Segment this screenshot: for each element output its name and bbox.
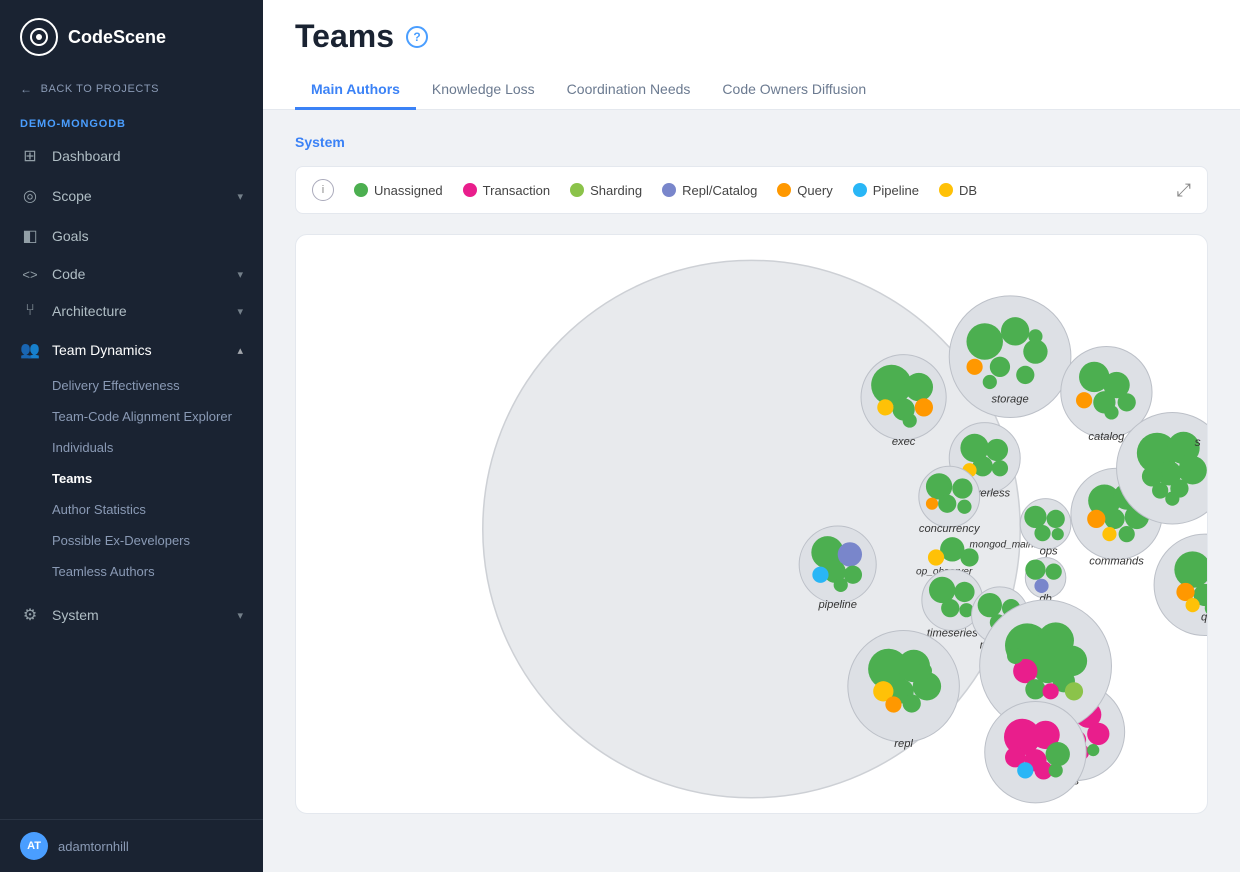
sidebar-item-teamless-authors[interactable]: Teamless Authors: [0, 556, 263, 587]
tab-main-authors[interactable]: Main Authors: [295, 71, 416, 110]
unassigned-dot: [354, 183, 368, 197]
logo-icon: [20, 18, 58, 56]
legend-label: Query: [797, 183, 832, 198]
svg-text:ops: ops: [1040, 545, 1058, 557]
back-label: BACK TO PROJECTS: [41, 83, 159, 95]
content-area: System i Unassigned Transaction Sharding…: [263, 110, 1240, 872]
svg-text:commands: commands: [1089, 556, 1144, 568]
transaction-dot: [463, 183, 477, 197]
legend-label: Transaction: [483, 183, 550, 198]
sidebar-item-label: System: [52, 607, 99, 623]
avatar: AT: [20, 832, 48, 860]
tab-knowledge-loss[interactable]: Knowledge Loss: [416, 71, 551, 110]
dashboard-icon: ⊞: [20, 146, 40, 166]
bubble-chart: storage catalog: [295, 234, 1208, 814]
chevron-down-icon: ▾: [237, 609, 243, 622]
tab-bar: Main Authors Knowledge Loss Coordination…: [295, 71, 1208, 109]
sidebar-item-delivery-effectiveness[interactable]: Delivery Effectiveness: [0, 370, 263, 401]
sharding-dot: [570, 183, 584, 197]
db-dot: [939, 183, 953, 197]
legend-transaction: Transaction: [463, 183, 550, 198]
main-content: Teams ? Main Authors Knowledge Loss Coor…: [263, 0, 1240, 872]
svg-text:query: query: [1201, 611, 1207, 623]
legend-query: Query: [777, 183, 832, 198]
expand-icon[interactable]: ⤢: [1177, 180, 1191, 201]
db-cluster: db: [1025, 557, 1066, 605]
info-icon[interactable]: i: [312, 179, 334, 201]
sidebar-item-architecture[interactable]: ⑂ Architecture ▾: [0, 292, 263, 330]
legend-sharding: Sharding: [570, 183, 642, 198]
chevron-up-icon: ▴: [237, 344, 243, 357]
logo-text: CodeScene: [68, 27, 166, 48]
logo[interactable]: CodeScene: [0, 0, 263, 74]
chevron-down-icon: ▾: [237, 268, 243, 281]
concurrency-cluster: concurrency: [919, 466, 981, 535]
sidebar-item-code[interactable]: <> Code ▾: [0, 256, 263, 292]
system-label: System: [295, 134, 1208, 150]
team-dynamics-subnav: Delivery Effectiveness Team-Code Alignme…: [0, 370, 263, 587]
legend-repl-catalog: Repl/Catalog: [662, 183, 757, 198]
title-row: Teams ?: [295, 18, 1208, 55]
sidebar-item-individuals[interactable]: Individuals: [0, 432, 263, 463]
sidebar-item-label: Dashboard: [52, 148, 121, 164]
svg-text:catalog: catalog: [1088, 431, 1125, 443]
svg-text:repl: repl: [894, 738, 913, 750]
architecture-icon: ⑂: [20, 302, 40, 320]
legend-label: Unassigned: [374, 183, 443, 198]
sidebar-item-scope[interactable]: ◎ Scope ▾: [0, 176, 263, 216]
username: adamtornhill: [58, 839, 129, 854]
tab-coordination-needs[interactable]: Coordination Needs: [551, 71, 707, 110]
legend-label: DB: [959, 183, 977, 198]
sidebar-item-system[interactable]: ⚙ System ▾: [0, 595, 263, 635]
sidebar-item-possible-ex-developers[interactable]: Possible Ex-Developers: [0, 525, 263, 556]
sidebar-item-label: Team Dynamics: [52, 342, 152, 358]
sidebar-item-team-code-alignment[interactable]: Team-Code Alignment Explorer: [0, 401, 263, 432]
sidebar-item-label: Code: [52, 266, 85, 282]
svg-text:s: s: [1195, 435, 1201, 449]
back-arrow-icon: ←: [20, 82, 33, 96]
code-icon: <>: [20, 267, 40, 282]
query-dot: [777, 183, 791, 197]
bottom-group: [985, 701, 1086, 802]
repl-catalog-dot: [662, 183, 676, 197]
svg-text:exec: exec: [892, 436, 916, 448]
legend-label: Pipeline: [873, 183, 919, 198]
sidebar-item-label: Scope: [52, 188, 92, 204]
legend-label: Sharding: [590, 183, 642, 198]
sidebar-item-team-dynamics[interactable]: 👥 Team Dynamics ▴: [0, 330, 263, 370]
help-icon[interactable]: ?: [406, 26, 428, 48]
legend-label: Repl/Catalog: [682, 183, 757, 198]
legend-bar: i Unassigned Transaction Sharding Repl/C…: [295, 166, 1208, 214]
sidebar-item-dashboard[interactable]: ⊞ Dashboard: [0, 136, 263, 176]
tab-code-owners-diffusion[interactable]: Code Owners Diffusion: [706, 71, 882, 110]
query-cluster: query: [1154, 534, 1207, 635]
sidebar-item-label: Architecture: [52, 303, 127, 319]
back-to-projects[interactable]: ← BACK TO PROJECTS: [0, 74, 263, 110]
page-header: Teams ? Main Authors Knowledge Loss Coor…: [263, 0, 1240, 110]
system-icon: ⚙: [20, 605, 40, 625]
legend-pipeline: Pipeline: [853, 183, 919, 198]
sidebar: CodeScene ← BACK TO PROJECTS DEMO-MONGOD…: [0, 0, 263, 872]
bubble-chart-svg: storage catalog: [296, 235, 1207, 813]
team-dynamics-icon: 👥: [20, 340, 40, 360]
scope-icon: ◎: [20, 186, 40, 206]
storage-cluster: storage: [949, 296, 1071, 418]
legend-unassigned: Unassigned: [354, 183, 443, 198]
chevron-down-icon: ▾: [237, 305, 243, 318]
svg-text:pipeline: pipeline: [817, 599, 856, 611]
sidebar-item-author-statistics[interactable]: Author Statistics: [0, 494, 263, 525]
sidebar-item-label: Goals: [52, 228, 89, 244]
legend-db: DB: [939, 183, 977, 198]
page-title: Teams: [295, 18, 394, 55]
chevron-down-icon: ▾: [237, 190, 243, 203]
user-profile[interactable]: AT adamtornhill: [0, 819, 263, 872]
goals-icon: ◧: [20, 226, 40, 246]
sidebar-item-teams[interactable]: Teams: [0, 463, 263, 494]
pipeline-dot: [853, 183, 867, 197]
svg-text:concurrency: concurrency: [919, 523, 981, 535]
sidebar-item-goals[interactable]: ◧ Goals: [0, 216, 263, 256]
svg-text:timeseries: timeseries: [927, 628, 978, 640]
svg-text:storage: storage: [991, 393, 1028, 405]
project-label: DEMO-MONGODB: [0, 110, 263, 136]
